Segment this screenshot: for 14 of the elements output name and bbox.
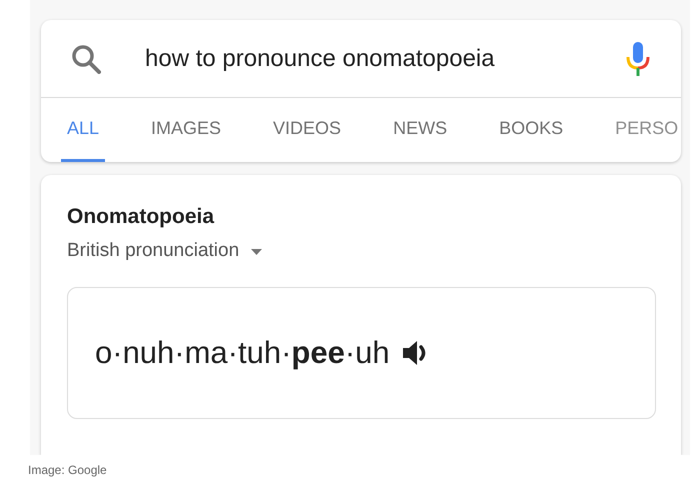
- dialect-dropdown[interactable]: British pronunciation: [67, 240, 240, 262]
- tab[interactable]: PERSO: [609, 98, 681, 162]
- search-field[interactable]: how to pronounce onomatopoeia: [145, 44, 625, 72]
- tab[interactable]: BOOKS: [493, 98, 570, 162]
- caret-icon[interactable]: [251, 249, 262, 255]
- phonetic-spelling: o·nuh·ma·tuh·pee·uh: [95, 335, 390, 371]
- tab[interactable]: VIDEOS: [267, 98, 348, 162]
- tab[interactable]: ALL: [61, 98, 106, 162]
- tab[interactable]: IMAGES: [145, 98, 228, 162]
- tab[interactable]: NEWS: [387, 98, 454, 162]
- word-title: Onomatopoeia: [67, 205, 216, 229]
- microphone-icon[interactable]: [625, 40, 651, 76]
- image-caption: Image: Google: [28, 463, 108, 477]
- search-icon[interactable]: [71, 44, 101, 74]
